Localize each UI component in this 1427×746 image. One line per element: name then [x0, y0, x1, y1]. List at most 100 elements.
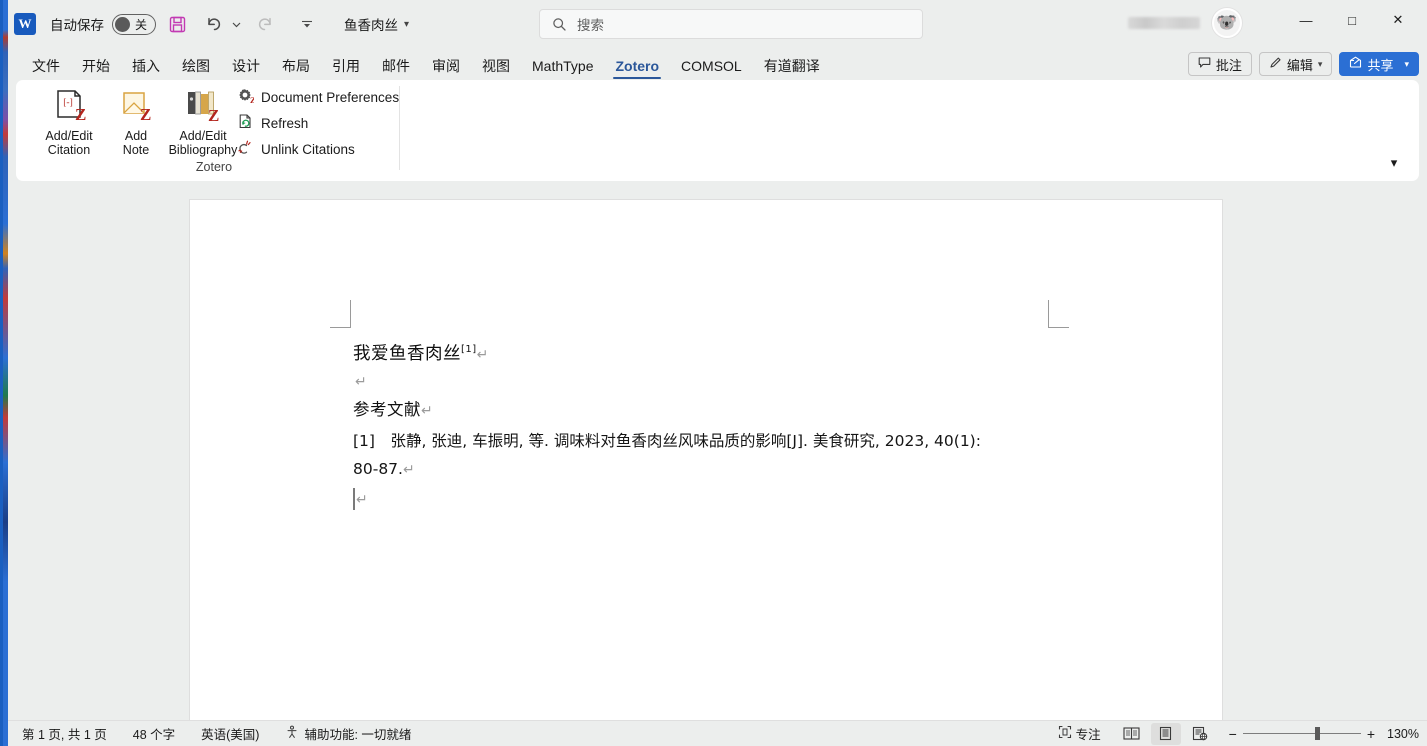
avatar[interactable]: 🐨 [1212, 8, 1242, 38]
pilcrow-icon: ↵ [476, 346, 489, 363]
autosave-toggle-knob [115, 16, 130, 32]
refresh-button[interactable]: Refresh [237, 112, 308, 134]
autosave-toggle[interactable]: 关 [112, 13, 156, 35]
user-name-label [1128, 17, 1200, 29]
tab-comsol[interactable]: COMSOL [670, 59, 753, 80]
title-bar: W 自动保存 关 鱼香肉丝 ▾ 搜索 🐨 — □ ✕ [8, 0, 1427, 48]
document-canvas[interactable]: 我爱鱼香肉丝[1]↵ ↵ 参考文献↵ [1] 张静, 张迪, 车振明, 等. 调… [8, 181, 1427, 720]
heading-references-text: 参考文献 [353, 399, 421, 419]
save-icon[interactable] [162, 9, 192, 39]
word-logo-icon: W [14, 13, 36, 35]
paragraph-heading-references[interactable]: 参考文献↵ [353, 397, 1093, 424]
svg-text:Z: Z [250, 95, 254, 104]
ribbon-collapse-chevron-down-icon[interactable]: ▾ [1381, 151, 1407, 175]
tab-file[interactable]: 文件 [21, 59, 71, 80]
zoom-slider-track[interactable] [1242, 727, 1361, 740]
web-layout-icon[interactable] [1185, 723, 1215, 745]
svg-text:[-]: [-] [63, 98, 73, 108]
text-cursor [353, 487, 355, 510]
maximize-button[interactable]: □ [1329, 0, 1375, 40]
ribbon-group-separator [399, 86, 400, 170]
refresh-label: Refresh [261, 115, 309, 131]
page-count-label[interactable]: 第 1 页, 共 1 页 [22, 724, 107, 743]
background-window-edge [0, 0, 3, 746]
read-mode-icon[interactable] [1117, 723, 1147, 745]
zoom-level-label[interactable]: 130% [1387, 727, 1419, 741]
close-button[interactable]: ✕ [1375, 0, 1421, 40]
document-name-chevron-icon[interactable]: ▾ [404, 19, 409, 30]
tab-review[interactable]: 审阅 [421, 59, 471, 80]
status-bar: 第 1 页, 共 1 页 48 个字 英语(美国) 辅助功能: 一切就绪 专注 … [8, 720, 1427, 746]
share-button-label: 共享 [1367, 57, 1394, 73]
tab-layout[interactable]: 布局 [271, 59, 321, 80]
paragraph-title[interactable]: 我爱鱼香肉丝[1]↵ [353, 338, 1093, 367]
document-text-body[interactable]: 我爱鱼香肉丝[1]↵ ↵ 参考文献↵ [1] 张静, 张迪, 车振明, 等. 调… [353, 338, 1093, 514]
zoom-in-button[interactable]: + [1367, 726, 1375, 742]
ribbon-panel: [-] Z Add/Edit Citation Z Add Note Z Add… [16, 80, 1419, 181]
paragraph-cursor-line[interactable]: ↵ [353, 484, 1093, 514]
tab-insert[interactable]: 插入 [121, 59, 171, 80]
language-label[interactable]: 英语(美国) [201, 724, 259, 743]
print-layout-icon[interactable] [1150, 722, 1181, 745]
ribbon-group-zotero: [-] Z Add/Edit Citation Z Add Note Z Add… [29, 80, 399, 181]
add-edit-bibliography-label-line2: Bibliography [168, 143, 238, 157]
add-note-label-line2: Note [122, 143, 150, 157]
focus-mode-button[interactable]: 专注 [1058, 724, 1101, 743]
tab-home[interactable]: 开始 [71, 59, 121, 80]
citation-marker[interactable]: [1] [461, 344, 477, 355]
status-bar-right: 专注 − + 130% [1058, 722, 1419, 745]
pilcrow-icon: ↵ [402, 461, 415, 478]
search-box[interactable]: 搜索 [539, 9, 923, 39]
svg-text:Z: Z [208, 106, 219, 125]
tab-references[interactable]: 引用 [321, 59, 371, 80]
unlink-citations-icon [237, 139, 254, 159]
search-input[interactable]: 搜索 [577, 14, 604, 34]
paragraph-empty[interactable]: ↵ [353, 367, 1093, 395]
accessibility-status[interactable]: 辅助功能: 一切就绪 [285, 724, 411, 743]
tab-mailings[interactable]: 邮件 [371, 59, 421, 80]
document-page[interactable]: 我爱鱼香肉丝[1]↵ ↵ 参考文献↵ [1] 张静, 张迪, 车振明, 等. 调… [190, 200, 1222, 720]
edit-chevron-down-icon[interactable]: ▾ [1318, 59, 1323, 70]
tab-mathtype[interactable]: MathType [521, 59, 604, 80]
document-preferences-button[interactable]: Z Document Preferences [237, 86, 399, 108]
paragraph-title-text: 我爱鱼香肉丝 [353, 343, 461, 364]
unlink-citations-button[interactable]: Unlink Citations [237, 138, 355, 160]
user-account-area[interactable]: 🐨 [1128, 8, 1242, 38]
tab-view[interactable]: 视图 [471, 59, 521, 80]
tab-zotero[interactable]: Zotero [604, 59, 670, 80]
minimize-button[interactable]: — [1283, 0, 1329, 40]
redo-icon[interactable] [250, 9, 280, 39]
tab-draw[interactable]: 绘图 [171, 59, 221, 80]
share-chevron-down-icon[interactable]: ▾ [1404, 59, 1409, 70]
add-note-icon: Z [116, 85, 156, 129]
zoom-out-button[interactable]: − [1229, 726, 1237, 742]
add-edit-citation-label-line1: Add/Edit [45, 129, 93, 143]
word-count-label[interactable]: 48 个字 [133, 724, 175, 743]
add-edit-bibliography-label-line1: Add/Edit [179, 129, 227, 143]
status-bar-left: 第 1 页, 共 1 页 48 个字 英语(美国) 辅助功能: 一切就绪 [8, 724, 411, 743]
document-name-label[interactable]: 鱼香肉丝 [344, 14, 398, 34]
add-edit-citation-button[interactable]: [-] Z Add/Edit Citation [35, 85, 103, 157]
ribbon-right-actions: 批注 编辑 ▾ 共享 ▾ [1187, 52, 1419, 76]
undo-dropdown-icon[interactable] [228, 9, 244, 39]
bibliography-entry-line1: [1] 张静, 张迪, 车振明, 等. 调味料对鱼香肉丝风味品质的影响[J]. … [353, 431, 981, 450]
pilcrow-icon: ↵ [355, 373, 367, 390]
undo-icon[interactable] [198, 9, 228, 39]
comment-icon [1198, 56, 1211, 72]
pilcrow-icon: ↵ [421, 402, 434, 419]
bibliography-entry[interactable]: [1] 张静, 张迪, 车振明, 等. 调味料对鱼香肉丝风味品质的影响[J]. … [353, 427, 1093, 484]
customize-quick-access-icon[interactable] [292, 9, 322, 39]
share-button[interactable]: 共享 ▾ [1339, 52, 1419, 76]
tab-design[interactable]: 设计 [221, 59, 271, 80]
edit-button[interactable]: 编辑 ▾ [1258, 52, 1333, 76]
tab-youdao-translate[interactable]: 有道翻译 [753, 59, 831, 80]
ribbon-group-label: Zotero [195, 160, 233, 174]
search-icon [552, 17, 567, 32]
autosave-state-label: 关 [135, 17, 148, 32]
pilcrow-icon: ↵ [356, 491, 368, 508]
comment-button[interactable]: 批注 [1187, 52, 1252, 76]
share-icon [1349, 56, 1362, 72]
zoom-slider[interactable]: − + [1229, 726, 1375, 742]
document-preferences-icon: Z [237, 87, 256, 107]
zoom-slider-thumb[interactable] [1314, 727, 1320, 740]
